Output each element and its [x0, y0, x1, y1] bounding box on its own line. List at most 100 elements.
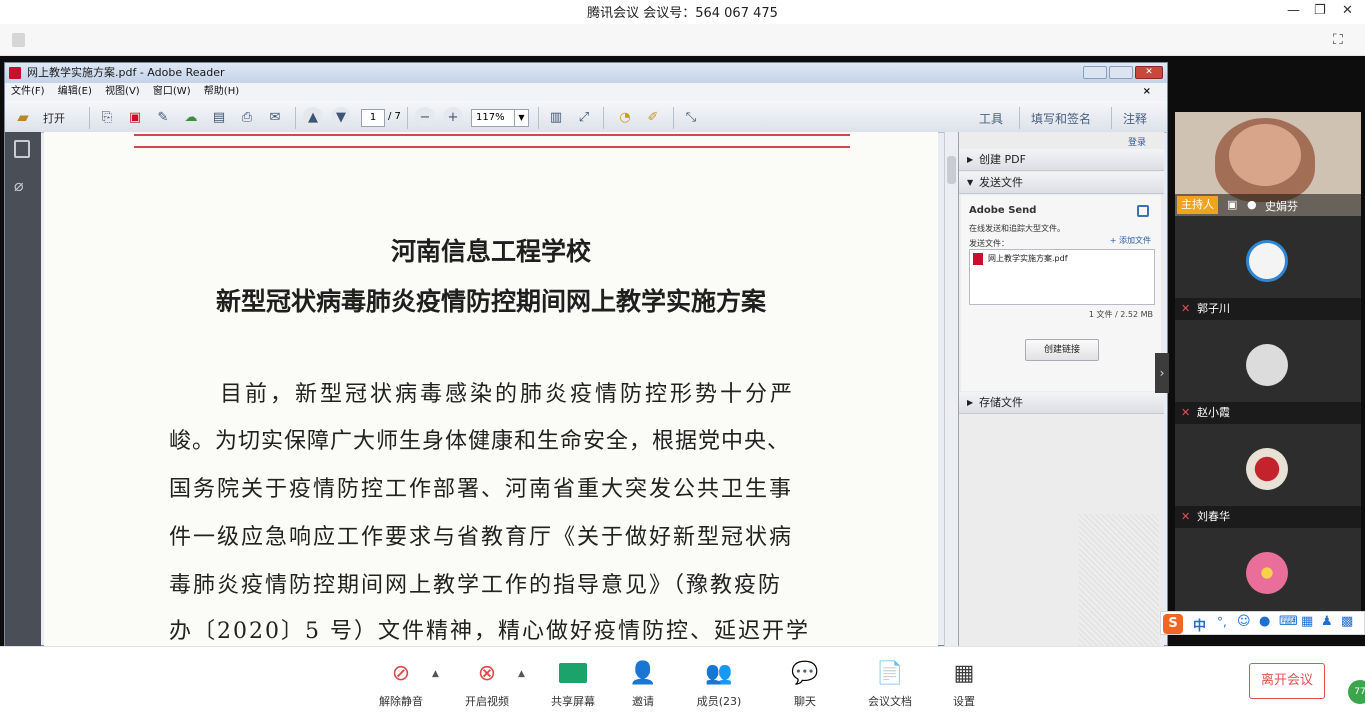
audio-options-chevron-icon[interactable]: ▲: [432, 669, 439, 679]
emoji-icon[interactable]: ☺: [1237, 614, 1251, 629]
tab-comment[interactable]: 注释: [1123, 110, 1147, 127]
chat-button[interactable]: 💬 聊天: [770, 659, 840, 709]
mic-muted-icon: ⊘: [391, 660, 411, 686]
more-tools-icon[interactable]: ▩: [1341, 614, 1353, 629]
host-face-skin: [1229, 124, 1301, 186]
meeting-sub-bar: ⛶: [0, 24, 1365, 56]
participant-tile[interactable]: ✕ 郭子川: [1175, 216, 1361, 320]
security-shield-icon[interactable]: [12, 33, 25, 47]
print-icon[interactable]: ⎙: [237, 107, 257, 127]
zoom-select[interactable]: 117% ▼: [471, 109, 529, 127]
add-files-link[interactable]: + 添加文件: [1110, 235, 1151, 246]
start-video-button[interactable]: ⊗ 开启视频: [452, 659, 522, 709]
participant-tile[interactable]: ✕ 刘春华: [1175, 424, 1361, 528]
page-thumbnails-icon[interactable]: [14, 140, 30, 158]
corner-status-badge[interactable]: 77: [1348, 680, 1365, 704]
menu-view[interactable]: 视图(V): [105, 86, 140, 97]
menu-file[interactable]: 文件(F): [11, 86, 45, 97]
toolbox-icon[interactable]: ▦: [1301, 614, 1313, 629]
edit-icon[interactable]: ✎: [153, 107, 173, 127]
share-screen-label: 共享屏幕: [551, 695, 595, 708]
file-list[interactable]: 网上教学实施方案.pdf: [969, 249, 1155, 305]
page-number-input[interactable]: 1: [361, 109, 385, 127]
participant-tile[interactable]: [1175, 528, 1361, 612]
collapse-video-panel-icon[interactable]: ›: [1155, 353, 1169, 393]
sogou-logo-icon[interactable]: S: [1163, 614, 1183, 634]
tab-fill-sign[interactable]: 填写和签名: [1031, 110, 1091, 127]
voice-input-icon[interactable]: ●: [1259, 614, 1270, 629]
host-video-tile[interactable]: 主持人 ▣ ● 史娟芬: [1175, 112, 1361, 216]
video-options-chevron-icon[interactable]: ▲: [518, 669, 525, 679]
minimize-icon[interactable]: —: [1287, 3, 1300, 18]
reader-minimize-button[interactable]: [1083, 66, 1107, 79]
meeting-control-bar: ⊘ 解除静音 ▲ ⊗ 开启视频 ▲ 共享屏幕 👤 邀请 👥 成员(23) 💬 聊…: [0, 646, 1365, 715]
highlight-icon[interactable]: ✐: [643, 107, 663, 127]
meeting-title: 腾讯会议 会议号：564 067 475: [587, 6, 778, 21]
fullscreen-icon[interactable]: ⛶: [1333, 32, 1343, 48]
create-link-button[interactable]: 创建链接: [1025, 339, 1099, 361]
zoom-value: 117%: [476, 112, 505, 123]
comment-icon[interactable]: ◔: [615, 107, 635, 127]
close-document-icon[interactable]: ×: [1143, 83, 1151, 101]
create-pdf-section[interactable]: ▶ 创建 PDF: [959, 149, 1164, 171]
members-label: 成员(23): [696, 695, 742, 708]
video-off-icon: ⊗: [477, 660, 497, 686]
avatar: [1246, 240, 1288, 282]
leave-meeting-button[interactable]: 离开会议: [1249, 663, 1325, 699]
invite-label: 邀请: [632, 695, 654, 708]
doc-paragraph-line: 办〔2020〕5 号）文件精神，精心做好疫情防控、延迟开学: [169, 619, 810, 644]
page-total: / 7: [388, 111, 401, 122]
menu-window[interactable]: 窗口(W): [153, 86, 191, 97]
skin-icon[interactable]: ♟: [1321, 614, 1333, 629]
create-pdf-icon[interactable]: ⎘: [97, 107, 117, 127]
login-link[interactable]: 登录: [1128, 135, 1146, 148]
members-button[interactable]: 👥 成员(23): [684, 659, 754, 709]
upload-cloud-icon[interactable]: ☁: [181, 107, 201, 127]
zoom-out-icon[interactable]: −: [415, 107, 435, 127]
mic-icon: ●: [1247, 198, 1257, 211]
invite-button[interactable]: 👤 邀请: [608, 659, 678, 709]
share-screen-button[interactable]: 共享屏幕: [538, 659, 608, 709]
scrollbar-thumb[interactable]: [947, 156, 956, 184]
open-button-label[interactable]: 打开: [43, 110, 65, 126]
menu-help[interactable]: 帮助(H): [204, 86, 239, 97]
store-files-section[interactable]: ▶ 存储文件: [959, 392, 1164, 414]
maximize-icon[interactable]: ❐: [1314, 3, 1326, 18]
previous-page-icon[interactable]: ▲: [303, 107, 323, 127]
start-video-label: 开启视频: [465, 695, 509, 708]
open-folder-icon[interactable]: ▰: [13, 107, 33, 127]
participant-name: 史娟芬: [1265, 200, 1298, 213]
pdf-export-icon[interactable]: ▣: [125, 107, 145, 127]
send-info-icon[interactable]: [1137, 205, 1149, 217]
document-scrollbar[interactable]: [944, 132, 958, 646]
participant-tile[interactable]: ✕ 赵小霞: [1175, 320, 1361, 424]
zoom-in-icon[interactable]: +: [443, 107, 463, 127]
navigation-pane: ⌀: [5, 132, 41, 646]
reader-restore-button[interactable]: [1109, 66, 1133, 79]
ime-toolbar: S 中 °, ☺ ● ⌨ ▦ ♟ ▩: [1160, 611, 1365, 635]
full-screen-mode-icon[interactable]: ⤡: [681, 107, 701, 127]
host-badge: 主持人: [1177, 196, 1218, 214]
create-pdf-label: 创建 PDF: [979, 153, 1026, 166]
meeting-docs-button[interactable]: 📄 会议文档: [855, 659, 925, 709]
email-icon[interactable]: ✉: [265, 107, 285, 127]
punctuation-icon[interactable]: °,: [1217, 615, 1227, 629]
ime-language-label[interactable]: 中: [1193, 615, 1206, 634]
participant-video-column: 主持人 ▣ ● 史娟芬 ✕ 郭子川 ✕ 赵小霞 ✕ 刘春华: [1175, 112, 1361, 612]
settings-button[interactable]: ▦ 设置: [929, 659, 999, 709]
attachments-icon[interactable]: ⌀: [14, 176, 24, 195]
tab-tools[interactable]: 工具: [979, 110, 1003, 127]
save-icon[interactable]: ▤: [209, 107, 229, 127]
send-files-section[interactable]: ▼ 发送文件: [959, 172, 1164, 194]
fit-width-icon[interactable]: ⤢: [574, 107, 594, 127]
unmute-button[interactable]: ⊘ 解除静音: [366, 659, 436, 709]
file-list-item[interactable]: 网上教学实施方案.pdf: [988, 253, 1068, 264]
menu-edit[interactable]: 编辑(E): [58, 86, 92, 97]
chevron-down-icon[interactable]: ▼: [514, 110, 528, 126]
participant-label: ✕ 赵小霞: [1175, 402, 1361, 424]
reader-close-button[interactable]: ✕: [1135, 66, 1163, 79]
fit-page-icon[interactable]: ▥: [546, 107, 566, 127]
next-page-icon[interactable]: ▼: [331, 107, 351, 127]
keyboard-icon[interactable]: ⌨: [1279, 614, 1298, 629]
close-icon[interactable]: ✕: [1342, 3, 1353, 18]
